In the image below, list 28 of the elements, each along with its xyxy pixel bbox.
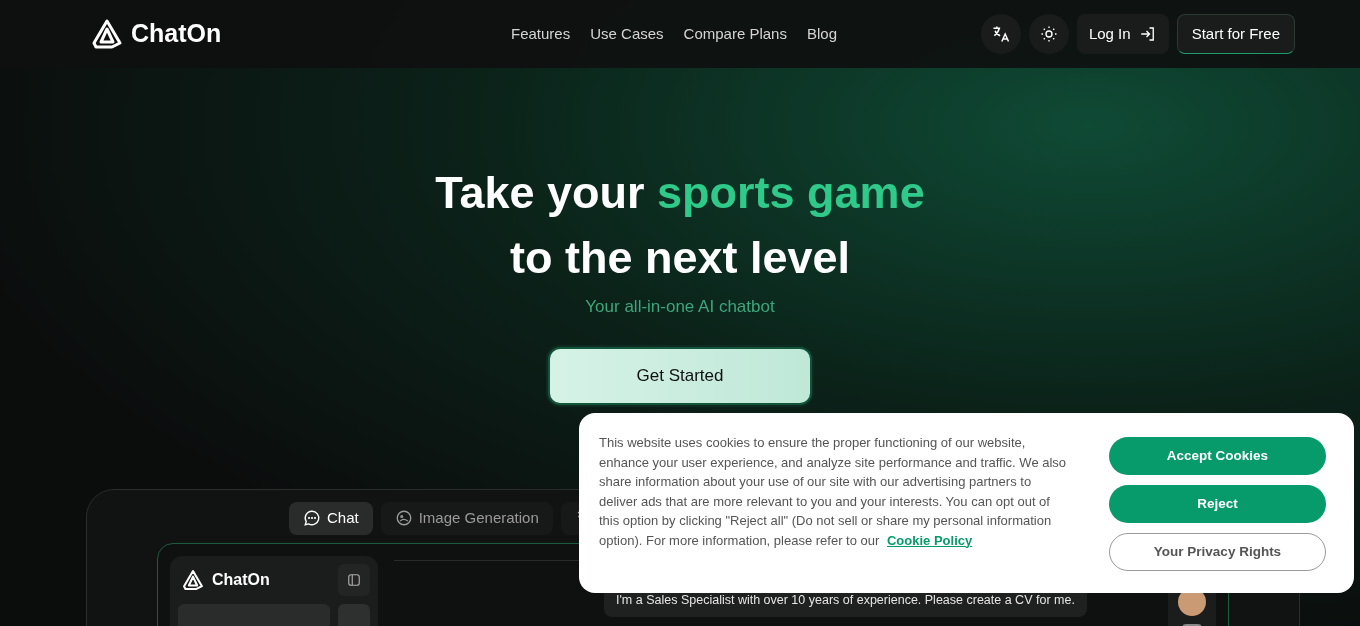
sun-icon bbox=[1039, 25, 1058, 43]
theme-button[interactable] bbox=[1028, 14, 1069, 54]
panel-toggle-button[interactable] bbox=[338, 563, 370, 596]
sidebar-brand: ChatOn bbox=[212, 569, 270, 590]
nav-link[interactable]: Features bbox=[511, 22, 571, 46]
start-free-button[interactable]: Start for Free bbox=[1176, 14, 1295, 54]
mode-tab[interactable]: Image Generation bbox=[380, 501, 553, 535]
hero-subtitle: Your all-in-one AI chatbot bbox=[585, 296, 775, 318]
login-icon bbox=[1138, 25, 1157, 43]
nav-link[interactable]: Use Cases bbox=[590, 22, 664, 46]
chat-bubble-icon bbox=[303, 509, 321, 527]
logo-icon bbox=[182, 568, 204, 591]
language-button[interactable] bbox=[980, 14, 1021, 54]
hero-title: Take your sports game to the next level bbox=[435, 166, 925, 285]
brand-name: ChatOn bbox=[131, 18, 222, 50]
cookie-notice-text: This website uses cookies to ensure the proper functioning of our website, enhance your user experience, and analyze site performance and traffic. We also share information about your use of our site with our advertising partners to deliver ads that are more relevant to you and your interests. You can opt out of this option by clicking "Reject all" (Do not sell or share my personal information option). For more information, please refer to our Cookie Policy bbox=[599, 434, 1068, 550]
cookie-button[interactable]: Accept Cookies bbox=[1109, 437, 1326, 475]
nav-link[interactable]: Compare Plans bbox=[683, 22, 787, 46]
mode-tab[interactable]: Chat bbox=[289, 501, 373, 535]
get-started-button[interactable]: Get Started bbox=[548, 346, 812, 405]
smiley-icon bbox=[394, 509, 413, 527]
cookie-policy-link[interactable]: Cookie Policy bbox=[887, 532, 973, 548]
cookie-button[interactable]: Reject bbox=[1109, 485, 1326, 523]
logo-icon bbox=[91, 18, 123, 50]
cookie-button[interactable]: Your Privacy Rights bbox=[1109, 533, 1326, 571]
sidebar-icon bbox=[347, 572, 361, 587]
login-button[interactable]: Log In bbox=[1076, 14, 1169, 54]
nav-link[interactable]: Blog bbox=[806, 22, 837, 46]
